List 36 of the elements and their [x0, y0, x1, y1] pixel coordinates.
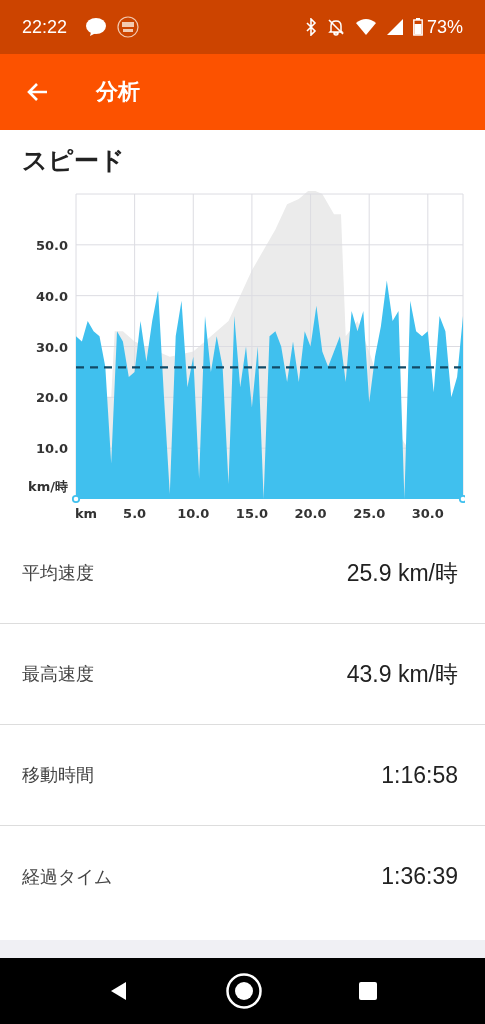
stat-label: 最高速度	[22, 663, 94, 686]
end-marker-icon	[458, 494, 465, 504]
signal-icon	[386, 19, 403, 35]
y-axis-label: 30.0	[35, 339, 68, 355]
screen-title: 分析	[96, 78, 140, 106]
stat-value: 1:36:39	[381, 863, 458, 890]
wifi-icon	[354, 18, 377, 36]
y-axis-label: 20.0	[35, 390, 68, 406]
y-axis-title: km/時	[28, 479, 68, 494]
stat-value: 1:16:58	[381, 761, 458, 789]
stat-label: 移動時間	[22, 764, 94, 787]
x-axis-label: 20.0	[294, 506, 327, 521]
section-title: スピード	[22, 145, 126, 176]
stat-value: 25.9 km/時	[346, 558, 458, 588]
battery-percent-text: 73%	[426, 16, 463, 38]
x-axis-label: 30.0	[411, 506, 444, 521]
x-axis-label: km	[74, 506, 98, 521]
x-axis-label: 5.0	[123, 506, 147, 521]
battery-icon	[412, 18, 423, 36]
x-axis-label: 15.0	[235, 506, 268, 521]
start-marker-icon	[71, 494, 81, 504]
x-axis-label: 10.0	[177, 506, 210, 521]
stat-value: 43.9 km/時	[346, 659, 458, 689]
y-axis-label: 10.0	[35, 441, 68, 457]
y-axis-label: 50.0	[35, 237, 68, 253]
game-icon	[117, 16, 140, 38]
y-axis-label: 40.0	[35, 288, 68, 304]
muted-bell-icon	[326, 18, 345, 36]
bluetooth-icon	[304, 18, 317, 36]
clock-text: 22:22	[22, 16, 68, 38]
x-axis-label: 25.0	[353, 506, 386, 521]
chat-bubble-icon	[85, 17, 108, 37]
home-icon[interactable]	[224, 972, 263, 1010]
stat-label: 経過タイム	[22, 865, 112, 889]
recent-apps-icon[interactable]	[357, 981, 378, 1001]
stat-label: 平均速度	[22, 562, 94, 585]
